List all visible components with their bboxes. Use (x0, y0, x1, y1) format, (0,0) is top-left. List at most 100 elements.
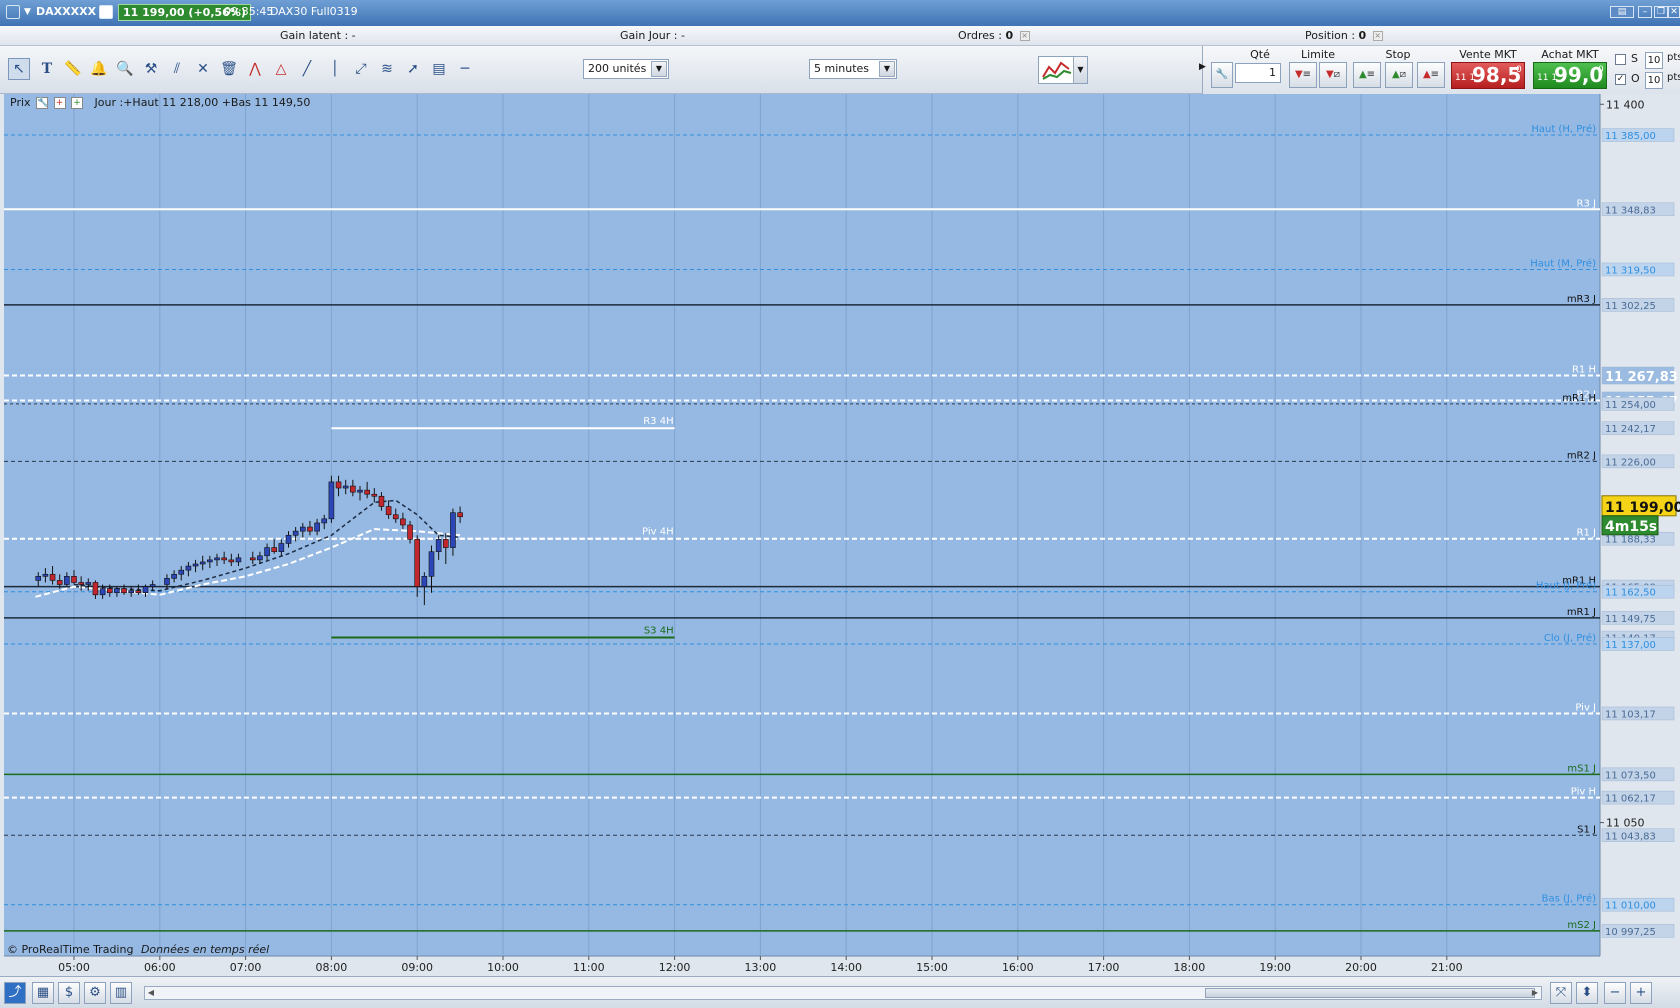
data-feed-label: Données en temps réel (140, 943, 270, 956)
level-label: R1 H (1572, 365, 1596, 376)
ray-icon[interactable]: ⤢ (350, 58, 372, 80)
stop-limit-icon[interactable]: ▲≡ (1417, 62, 1445, 88)
minimize-icon[interactable]: – (1638, 6, 1652, 18)
scroll-left-icon[interactable]: ◀ (145, 987, 157, 999)
horizontal-scrollbar[interactable]: ◀ ▶ (144, 986, 1542, 1000)
pointer-icon[interactable]: ↖ (8, 58, 30, 80)
triangle-icon[interactable]: △ (270, 58, 292, 80)
add-panel-plus-icon[interactable]: + (71, 97, 84, 109)
level-label: mS1 J (1567, 763, 1596, 774)
vertical-line-icon[interactable]: │ (324, 58, 346, 80)
objective-pts-input[interactable]: 10 (1645, 72, 1663, 89)
price-chart-panel[interactable]: Haut (H, Pré) R3 J Haut (M, Pré) mR3 J R1 H R… (4, 94, 1680, 976)
candle-body (371, 493, 378, 497)
buy-stop-icon[interactable]: ▲≡ (1353, 62, 1381, 88)
panel-expand-icon[interactable]: ▶ (1199, 62, 1206, 72)
fibonacci-icon[interactable]: ▤ (428, 58, 450, 80)
zoom-icon[interactable]: 🔍 (114, 58, 136, 80)
scroll-right-icon[interactable]: ▶ (1529, 987, 1541, 999)
time-tick-label: 15:00 (916, 961, 948, 974)
orders-close-icon[interactable]: × (1019, 31, 1030, 41)
price-scale-icon[interactable]: $ (58, 982, 80, 1004)
parallel-lines-icon[interactable]: ⫽ (166, 58, 188, 80)
candle-body (407, 524, 413, 540)
position-count: 0 (1358, 29, 1367, 42)
candle-body (207, 559, 213, 563)
restore-icon[interactable]: ❐ (1654, 6, 1668, 18)
trend-line-icon[interactable]: ╱ (296, 58, 318, 80)
position-close-icon[interactable]: × (1372, 31, 1383, 41)
window-title-bar: ▼ DAXXXXX 11 199,00 (+0,56%) 09:35:45 DA… (0, 0, 1680, 26)
units-chevron-down-icon[interactable]: ▼ (651, 61, 667, 77)
price-axis-tag-label: 11 226,00 (1605, 457, 1656, 468)
price-axis-tag-label: 11 267,83 (1605, 370, 1678, 385)
sell-stop-icon[interactable]: ▲⧄ (1385, 62, 1413, 88)
trash-icon[interactable]: 🗑 (218, 58, 240, 80)
info-icon[interactable] (99, 5, 113, 19)
time-tick-label: 21:00 (1431, 961, 1463, 974)
candle-body (192, 563, 199, 567)
sell-price-decimal: 0 (1516, 65, 1522, 75)
day-high-low-info: Jour :+Haut 11 218,00 +Bas 11 149,50 (94, 96, 311, 109)
sell-limit-icon[interactable]: ▼⧄ (1319, 62, 1347, 88)
price-axis-tag-label: 11 162,50 (1605, 588, 1656, 599)
grid-settings-icon[interactable]: ▥ (110, 982, 132, 1004)
candle-body (235, 557, 242, 563)
ruler-icon[interactable]: 📏 (62, 58, 84, 80)
horizontal-line-icon[interactable]: ─ (454, 58, 476, 80)
level-label: Haut (M, Pré) (1530, 257, 1596, 269)
series-settings-wrench-icon[interactable]: 🔧 (36, 97, 48, 109)
indicators-chevron-down-icon[interactable]: ▼ (1073, 57, 1087, 83)
interval-chevron-down-icon[interactable]: ▼ (879, 61, 895, 77)
close-icon[interactable]: ✕ (1668, 6, 1680, 18)
buy-market-button[interactable]: 11 1 99,0 0 (1533, 62, 1607, 89)
candle-body (350, 485, 356, 493)
level-label: Bas (J, Pré) (1542, 893, 1596, 905)
zoom-in-icon[interactable]: + (1630, 982, 1652, 1004)
copyright-brand: © ProRealTime Trading (7, 943, 134, 956)
alert-bell-icon[interactable]: 🔔 (88, 58, 110, 80)
interval-select[interactable]: 5 minutes ▼ (809, 59, 897, 79)
order-settings-wrench-icon[interactable]: 🔧 (1211, 62, 1233, 88)
fit-zoom-icon[interactable]: ⤧ (1550, 982, 1572, 1004)
text-tool-icon[interactable]: T (36, 58, 58, 80)
layout-icon[interactable]: ▤ (1610, 6, 1634, 18)
symbol-menu-chevron-down-icon[interactable]: ▼ (24, 7, 31, 17)
stop-loss-label: S (1631, 52, 1638, 65)
candle-body (435, 539, 442, 552)
candle-body (400, 518, 406, 526)
symbol-name[interactable]: DAXXXXX (36, 5, 96, 18)
add-indicator-plus-icon[interactable]: + (53, 97, 66, 109)
pattern-icon[interactable]: ⋀ (244, 58, 266, 80)
units-select[interactable]: 200 unités ▼ (583, 59, 669, 79)
autofit-icon[interactable]: ⬍ (1576, 982, 1598, 1004)
channel-icon[interactable]: ≋ (376, 58, 398, 80)
indicator-list-icon[interactable]: ▦ (32, 982, 54, 1004)
stop-loss-checkbox[interactable] (1615, 54, 1626, 65)
level-label: mR1 J (1567, 607, 1596, 618)
price-chart[interactable]: Haut (H, Pré) R3 J Haut (M, Pré) mR3 J R1 H R… (4, 94, 1680, 976)
arrow-line-icon[interactable]: ➚ (402, 58, 424, 80)
stop-loss-pts-input[interactable]: 10 (1645, 52, 1663, 69)
time-tick-label: 07:00 (230, 961, 262, 974)
qty-label: Qté (1250, 48, 1270, 61)
indicators-button[interactable]: ▼ (1038, 56, 1088, 84)
share-icon[interactable]: ⤴ (4, 982, 26, 1004)
level-label: R3 J (1577, 198, 1596, 209)
price-axis-tag-label: 11 348,83 (1605, 205, 1656, 216)
level-label: Clo (J, Pré) (1544, 632, 1596, 644)
buy-limit-icon[interactable]: ▼≡ (1289, 62, 1317, 88)
price-axis-tag-label: 11 010,00 (1605, 901, 1656, 912)
zoom-out-icon[interactable]: − (1604, 982, 1626, 1004)
tools-icon[interactable]: ⚒ (140, 58, 162, 80)
time-tick-label: 06:00 (144, 961, 176, 974)
candle-body (292, 530, 299, 536)
sell-market-button[interactable]: 11 1 98,5 0 (1451, 62, 1525, 89)
candle-settings-icon[interactable]: ⚙ (84, 982, 106, 1004)
objective-checkbox[interactable]: ✓ (1615, 74, 1626, 85)
quantity-input[interactable]: 1 (1235, 63, 1281, 83)
cross-line-icon[interactable]: ✕ (192, 58, 214, 80)
time-tick-label: 05:00 (58, 961, 90, 974)
scrollbar-thumb[interactable] (1205, 988, 1535, 998)
buy-mkt-label: Achat MKT (1541, 48, 1599, 61)
